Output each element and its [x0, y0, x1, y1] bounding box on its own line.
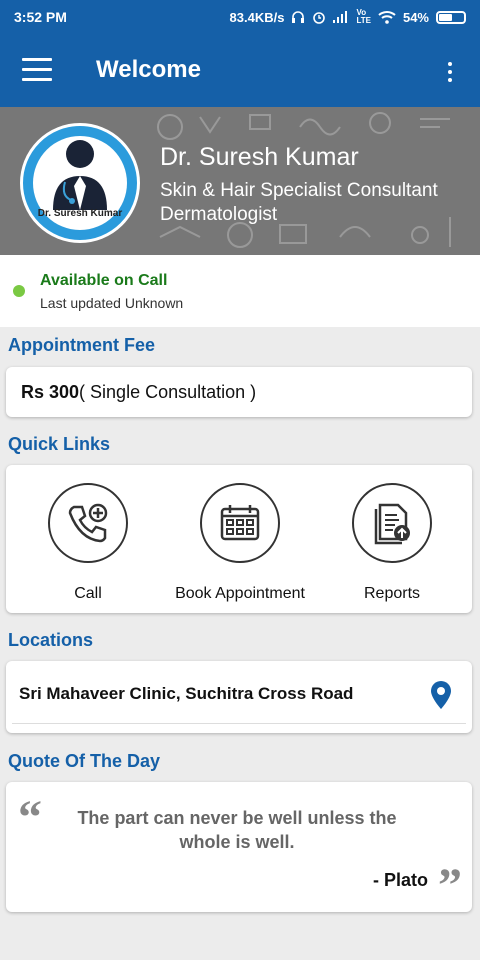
last-updated-text: Last updated Unknown: [40, 295, 184, 311]
app-bar: Welcome: [0, 34, 480, 107]
reports-label: Reports: [363, 585, 421, 602]
appointment-fee-card: Rs 300 ( Single Consultation ): [6, 367, 472, 417]
availability-status: Available on Call Last updated Unknown: [0, 255, 480, 327]
book-appointment-label: Book Appointment: [175, 585, 305, 602]
quote-text: The part can never be well unless the wh…: [77, 808, 397, 852]
quote-card: “ The part can never be well unless the …: [6, 782, 472, 912]
headset-icon: [292, 11, 305, 23]
appointment-fee-title: Appointment Fee: [8, 335, 155, 355]
phone-plus-icon: [48, 483, 128, 563]
reports-link[interactable]: Reports: [317, 483, 467, 603]
location-divider: [12, 723, 466, 724]
status-bar: 3:52 PM 83.4KB/s Vo LTE 54%: [0, 0, 480, 34]
quote-open-icon: “: [18, 791, 42, 844]
calendar-icon: [200, 483, 280, 563]
quote-title: Quote Of The Day: [8, 751, 161, 771]
menu-icon[interactable]: [22, 58, 52, 82]
location-card[interactable]: Sri Mahaveer Clinic, Suchitra Cross Road: [6, 661, 472, 733]
doctor-header: Dr. Suresh Kumar Dr. Suresh Kumar Skin &…: [0, 107, 480, 255]
status-icons: 83.4KB/s Vo LTE 54%: [230, 9, 466, 25]
quick-links-title: Quick Links: [8, 434, 111, 454]
volte-icon: Vo LTE: [356, 8, 371, 25]
book-appointment-link[interactable]: Book Appointment: [165, 483, 315, 603]
specialty-line-1: Skin & Hair Specialist Consultant: [160, 180, 438, 201]
fee-description: ( Single Consultation ): [79, 381, 257, 402]
specialty-line-2: Dermatologist: [160, 204, 278, 225]
network-speed: 83.4KB/s: [229, 9, 285, 25]
location-pin-icon[interactable]: [430, 681, 452, 709]
doctor-name: Dr. Suresh Kumar: [160, 143, 359, 171]
quote-author: - Plato: [372, 870, 428, 890]
location-name: Sri Mahaveer Clinic, Suchitra Cross Road: [19, 684, 354, 703]
availability-text: Available on Call: [40, 272, 168, 289]
wifi-icon: [378, 11, 396, 24]
call-label: Call: [74, 585, 102, 602]
status-time: 3:52 PM: [14, 9, 67, 25]
doctor-icon: [53, 140, 107, 210]
locations-title: Locations: [8, 630, 94, 650]
doctor-avatar: Dr. Suresh Kumar: [20, 123, 140, 243]
fee-amount: Rs 300: [21, 381, 80, 402]
available-dot-icon: [13, 285, 25, 297]
quick-links-card: Call Book Appointment Reports: [6, 465, 472, 613]
page-title: Welcome: [96, 56, 201, 83]
call-link[interactable]: Call: [13, 483, 163, 603]
avatar-caption: Dr. Suresh Kumar: [37, 208, 123, 219]
report-upload-icon: [352, 483, 432, 563]
alarm-icon: [313, 12, 326, 24]
battery-percent: 54%: [402, 9, 429, 25]
overflow-menu-icon[interactable]: [448, 62, 454, 82]
battery-icon: [436, 10, 466, 24]
quote-close-icon: ”: [438, 859, 462, 912]
doctor-specialty: Skin & Hair Specialist Consultant Dermat…: [160, 179, 470, 227]
signal-icon: [333, 11, 348, 23]
